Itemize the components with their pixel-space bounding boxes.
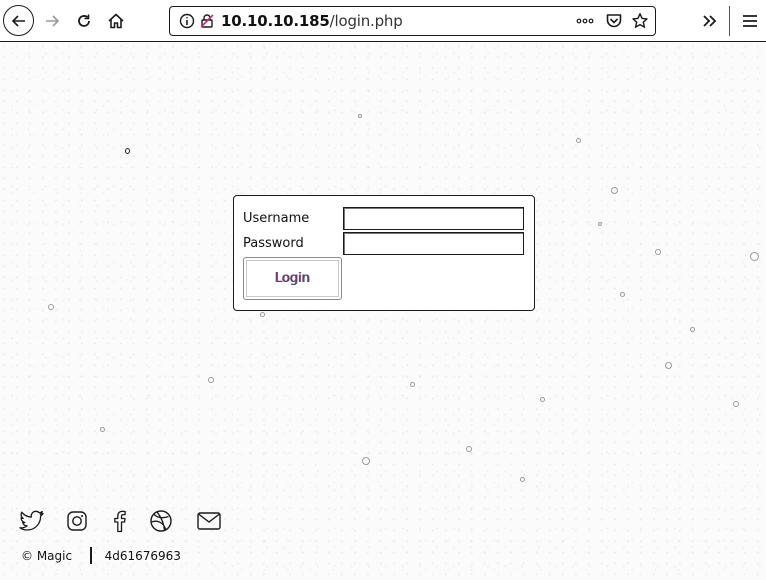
page-background: Username Password Login © Magic 4d616769… <box>0 42 766 580</box>
background-speck <box>125 148 130 154</box>
menu-button[interactable] <box>734 5 766 37</box>
background-speck <box>466 446 472 452</box>
background-speck <box>655 249 661 255</box>
facebook-icon <box>114 510 126 533</box>
menu-icon <box>743 15 757 27</box>
background-speck <box>520 477 525 482</box>
background-speck <box>362 457 370 465</box>
reload-button[interactable] <box>68 5 100 37</box>
instagram-link[interactable] <box>64 508 90 534</box>
login-button[interactable]: Login <box>243 257 342 300</box>
background-speck <box>611 187 618 194</box>
toolbar-separator <box>729 6 730 36</box>
forward-icon <box>46 15 60 27</box>
url-host: 10.10.10.185 <box>221 12 330 30</box>
copyright-text: © Magic <box>21 548 73 563</box>
footer: © Magic 4d61676963 <box>21 547 181 564</box>
bookmark-star-icon[interactable] <box>630 11 650 31</box>
url-text[interactable]: 10.10.10.185/login.php <box>221 12 403 30</box>
background-speck <box>260 312 265 317</box>
instagram-icon <box>67 511 87 531</box>
background-speck <box>620 292 625 297</box>
footer-divider <box>90 547 92 564</box>
mail-icon <box>197 512 221 530</box>
pocket-icon[interactable] <box>604 11 624 31</box>
dribbble-link[interactable] <box>148 508 174 534</box>
overflow-chevrons-icon <box>703 15 717 27</box>
reload-icon <box>78 14 90 27</box>
background-speck <box>665 362 672 369</box>
url-path: /login.php <box>329 12 403 30</box>
background-speck <box>750 252 759 261</box>
insecure-lock-icon[interactable] <box>197 11 217 31</box>
username-input[interactable] <box>343 207 524 230</box>
browser-toolbar: 10.10.10.185/login.php <box>0 0 766 42</box>
login-form: Username Password Login <box>233 195 535 311</box>
background-speck <box>598 222 602 226</box>
home-button[interactable] <box>100 5 132 37</box>
overflow-button[interactable] <box>694 5 726 37</box>
facebook-link[interactable] <box>106 508 132 534</box>
back-icon <box>11 14 25 27</box>
username-label: Username <box>243 211 310 226</box>
background-speck <box>540 397 545 402</box>
background-speck <box>100 427 105 432</box>
email-link[interactable] <box>195 508 223 534</box>
background-speck <box>733 401 739 407</box>
background-speck <box>48 304 54 310</box>
password-input[interactable] <box>343 232 524 255</box>
background-speck <box>576 138 581 143</box>
background-speck <box>208 377 214 383</box>
back-button[interactable] <box>3 5 34 36</box>
url-bar[interactable]: 10.10.10.185/login.php <box>169 6 656 36</box>
forward-button[interactable] <box>36 5 68 37</box>
background-speck <box>358 114 362 118</box>
site-info-icon[interactable] <box>177 11 197 31</box>
password-label: Password <box>243 236 304 251</box>
background-speck <box>690 327 695 332</box>
dribbble-icon <box>150 510 172 532</box>
page-actions-icon[interactable] <box>575 11 595 31</box>
home-icon <box>108 13 124 29</box>
twitter-icon <box>19 510 44 531</box>
background-speck <box>410 382 415 387</box>
twitter-link[interactable] <box>19 508 45 534</box>
footer-code: 4d61676963 <box>104 548 181 563</box>
